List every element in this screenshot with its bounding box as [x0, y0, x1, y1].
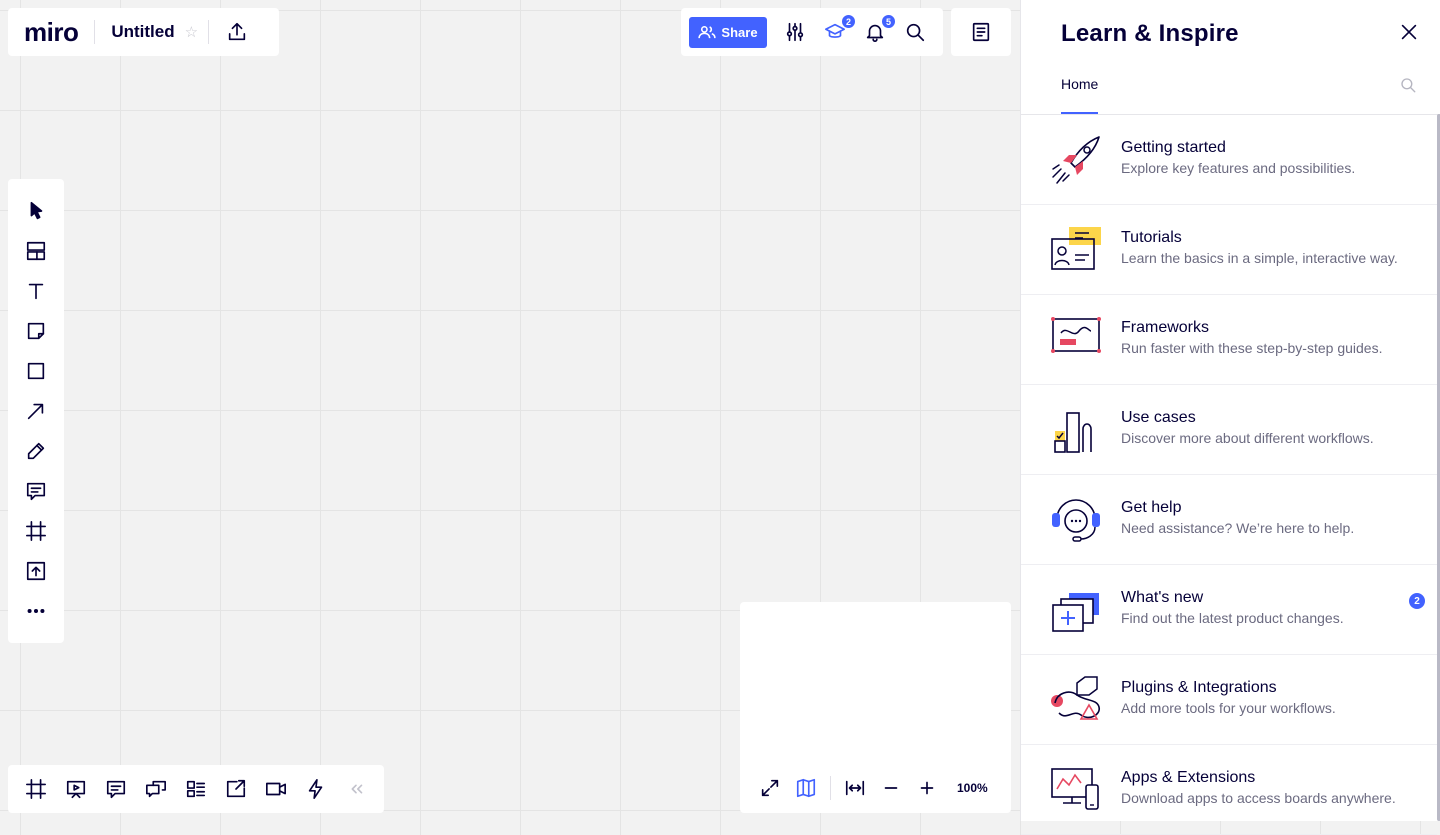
whats-new-icon [1052, 593, 1099, 632]
item-title: Tutorials [1121, 229, 1182, 246]
item-title: Getting started [1121, 139, 1226, 156]
comments-icon[interactable] [96, 769, 136, 809]
item-text: Apps & Extensions Download apps to acces… [1121, 769, 1421, 808]
item-title: Get help [1121, 499, 1182, 516]
screen-share-icon[interactable] [216, 769, 256, 809]
item-title: Frameworks [1121, 319, 1210, 336]
collaboration-toolbar [8, 765, 384, 813]
zoom-controls: 100% [752, 773, 1003, 803]
item-title: Use cases [1121, 409, 1196, 426]
panel-search-icon[interactable] [1399, 76, 1417, 94]
frameworks-icon [1051, 317, 1101, 353]
templates-icon[interactable] [16, 231, 56, 271]
divider [830, 776, 831, 800]
list-item-plugins-integrations[interactable]: Plugins & Integrations Add more tools fo… [1021, 655, 1437, 745]
zoom-level[interactable]: 100% [957, 781, 988, 795]
export-icon[interactable] [217, 12, 257, 52]
learn-inspire-panel: Learn & Inspire Home Getting started Exp… [1020, 0, 1440, 835]
pen-icon[interactable] [16, 431, 56, 471]
board-title[interactable]: Untitled [111, 22, 174, 42]
map-icon[interactable] [788, 773, 824, 803]
whats-new-badge: 2 [1409, 593, 1425, 609]
frames-icon[interactable] [16, 769, 56, 809]
item-text: Getting started Explore key features and… [1121, 139, 1421, 178]
chat-icon[interactable] [136, 769, 176, 809]
item-text: Use cases Discover more about different … [1121, 409, 1421, 448]
list-item-getting-started[interactable]: Getting started Explore key features and… [1021, 115, 1437, 205]
use-cases-icon [1054, 412, 1092, 453]
item-description: Download apps to access boards anywhere. [1121, 790, 1396, 806]
select-cursor-icon[interactable] [16, 191, 56, 231]
plugins-icon [1051, 676, 1100, 720]
item-title: Plugins & Integrations [1121, 679, 1277, 696]
text-icon[interactable] [16, 271, 56, 311]
collapse-chevrons-icon[interactable] [336, 769, 376, 809]
zoom-out-icon[interactable] [873, 773, 909, 803]
star-icon[interactable]: ☆ [185, 23, 198, 41]
list-item-apps-extensions[interactable]: Apps & Extensions Download apps to acces… [1021, 745, 1437, 835]
list-item-tutorials[interactable]: Tutorials Learn the basics in a simple, … [1021, 205, 1437, 295]
item-description: Discover more about different workflows. [1121, 430, 1374, 446]
divider [94, 20, 96, 44]
item-description: Find out the latest product changes. [1121, 610, 1344, 626]
activity-list-icon[interactable] [176, 769, 216, 809]
item-text: Tutorials Learn the basics in a simple, … [1121, 229, 1421, 268]
fullscreen-icon[interactable] [752, 773, 788, 803]
bell-icon[interactable]: 5 [855, 12, 896, 52]
miro-logo[interactable]: miro [24, 17, 79, 48]
creation-toolbar [8, 179, 64, 643]
learn-badge: 2 [841, 14, 856, 29]
board-notes-button[interactable] [951, 8, 1011, 56]
item-description: Need assistance? We’re here to help. [1121, 520, 1355, 536]
list-item-get-help[interactable]: Get help Need assistance? We’re here to … [1021, 475, 1437, 565]
fit-width-icon[interactable] [837, 773, 873, 803]
item-text: Frameworks Run faster with these step-by… [1121, 319, 1421, 358]
notifications-badge: 5 [881, 14, 896, 29]
item-title: What's new [1121, 589, 1204, 606]
share-label: Share [721, 24, 758, 40]
item-description: Add more tools for your workflows. [1121, 700, 1336, 716]
users-icon [698, 25, 717, 39]
document-icon [970, 21, 992, 43]
rocket-icon [1052, 136, 1100, 184]
frame-icon[interactable] [16, 511, 56, 551]
item-description: Explore key features and possibilities. [1121, 160, 1356, 176]
panel-title: Learn & Inspire [1061, 20, 1239, 47]
settings-sliders-icon[interactable] [775, 12, 815, 52]
shape-rectangle-icon[interactable] [16, 351, 56, 391]
close-icon[interactable] [1397, 20, 1421, 44]
tutorials-icon [1051, 227, 1101, 270]
board-header: miro Untitled ☆ [8, 8, 279, 56]
comment-icon[interactable] [16, 471, 56, 511]
top-controls: Share 2 5 [681, 8, 943, 56]
list-item-frameworks[interactable]: Frameworks Run faster with these step-by… [1021, 295, 1437, 385]
list-item-use-cases[interactable]: Use cases Discover more about different … [1021, 385, 1437, 475]
tab-home[interactable]: Home [1061, 76, 1099, 114]
video-call-icon[interactable] [256, 769, 296, 809]
divider [208, 20, 210, 44]
item-text: What's new Find out the latest product c… [1121, 589, 1421, 628]
upload-icon[interactable] [16, 551, 56, 591]
item-text: Plugins & Integrations Add more tools fo… [1121, 679, 1421, 718]
headset-icon [1052, 499, 1100, 542]
sticky-note-icon[interactable] [16, 311, 56, 351]
item-description: Run faster with these step-by-step guide… [1121, 340, 1383, 356]
minimap: 100% [740, 602, 1011, 813]
learn-cap-icon[interactable]: 2 [815, 12, 856, 52]
connection-arrow-icon[interactable] [16, 391, 56, 431]
devices-icon [1051, 768, 1099, 810]
search-icon[interactable] [895, 12, 935, 52]
learn-items-list: Getting started Explore key features and… [1021, 115, 1437, 835]
presentation-icon[interactable] [56, 769, 96, 809]
share-button[interactable]: Share [689, 16, 767, 48]
lightning-icon[interactable] [296, 769, 336, 809]
item-description: Learn the basics in a simple, interactiv… [1121, 250, 1398, 266]
item-title: Apps & Extensions [1121, 769, 1256, 786]
item-text: Get help Need assistance? We’re here to … [1121, 499, 1421, 538]
zoom-in-icon[interactable] [909, 773, 945, 803]
list-item-whats-new[interactable]: What's new Find out the latest product c… [1021, 565, 1437, 655]
more-icon[interactable] [16, 591, 56, 631]
